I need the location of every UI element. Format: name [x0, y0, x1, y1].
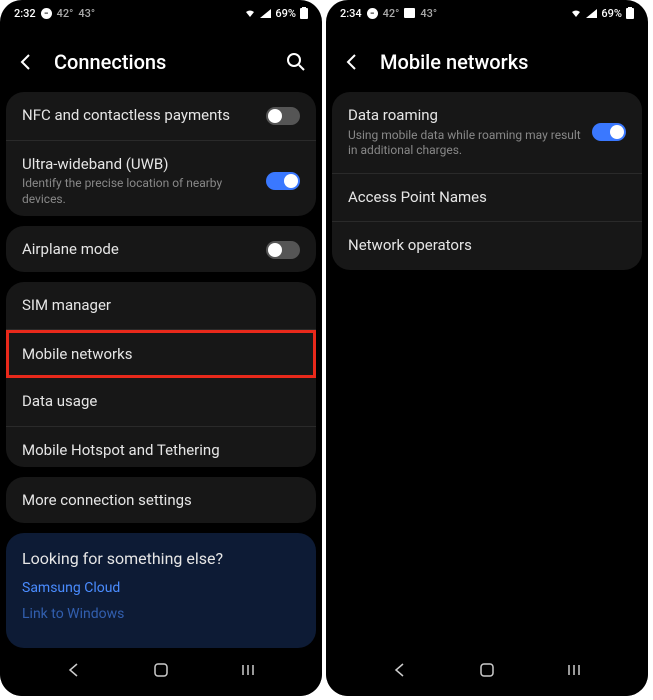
back-icon[interactable]	[342, 52, 362, 72]
status-left: 2:32 − 42° 43°	[14, 7, 95, 20]
nav-recent[interactable]	[554, 660, 594, 680]
page-title: Connections	[54, 50, 268, 74]
status-temp2: 43°	[420, 7, 437, 20]
nav-recent[interactable]	[228, 660, 268, 680]
page-header: Mobile networks	[326, 26, 648, 92]
row-mobile-networks[interactable]: Mobile networks	[6, 330, 316, 378]
row-sim[interactable]: SIM manager	[6, 282, 316, 331]
nav-bar	[0, 648, 322, 696]
nav-bar	[326, 648, 648, 696]
status-bar: 2:34 − 42° 43° 69%	[326, 0, 648, 26]
battery-icon	[300, 7, 308, 19]
row-airplane[interactable]: Airplane mode	[6, 226, 316, 272]
nav-home[interactable]	[141, 660, 181, 680]
status-temp1: 42°	[383, 7, 400, 20]
roaming-label: Data roaming	[348, 106, 592, 126]
nfc-label: NFC and contactless payments	[22, 106, 266, 126]
nav-home[interactable]	[467, 660, 507, 680]
airplane-label: Airplane mode	[22, 240, 266, 260]
image-icon	[404, 8, 415, 18]
status-battery: 69%	[601, 7, 622, 20]
status-right: 69%	[570, 7, 634, 20]
promo-card: Looking for something else? Samsung Clou…	[6, 533, 316, 648]
content: Data roaming Using mobile data while roa…	[326, 92, 648, 648]
dnd-icon: −	[367, 8, 378, 19]
back-icon[interactable]	[16, 52, 36, 72]
status-bar: 2:32 − 42° 43° 69%	[0, 0, 322, 26]
row-more-settings[interactable]: More connection settings	[6, 477, 316, 523]
wifi-icon	[244, 8, 256, 18]
phone-right: 2:34 − 42° 43° 69% Mobile networks Data …	[326, 0, 648, 696]
promo-link-windows[interactable]: Link to Windows	[22, 606, 300, 622]
uwb-toggle[interactable]	[266, 172, 300, 190]
row-apn[interactable]: Access Point Names	[332, 174, 642, 223]
airplane-toggle[interactable]	[266, 241, 300, 259]
card-airplane: Airplane mode	[6, 226, 316, 272]
status-temp2: 43°	[78, 7, 95, 20]
signal-icon	[260, 9, 271, 18]
roaming-sub: Using mobile data while roaming may resu…	[348, 128, 592, 159]
apn-label: Access Point Names	[348, 188, 626, 208]
roaming-toggle[interactable]	[592, 123, 626, 141]
status-left: 2:34 − 42° 43°	[340, 7, 437, 20]
status-time: 2:34	[340, 7, 362, 20]
status-battery: 69%	[275, 7, 296, 20]
card-more: More connection settings	[6, 477, 316, 523]
card-network: SIM manager Mobile networks Data usage M…	[6, 282, 316, 467]
status-right: 69%	[244, 7, 308, 20]
signal-icon	[586, 9, 597, 18]
row-data-usage[interactable]: Data usage	[6, 378, 316, 427]
phone-left: 2:32 − 42° 43° 69% Connections NFC and c…	[0, 0, 322, 696]
nav-back[interactable]	[380, 660, 420, 680]
battery-icon	[626, 7, 634, 19]
mobile-label: Mobile networks	[22, 345, 300, 365]
dnd-icon: −	[41, 8, 52, 19]
uwb-sub: Identify the precise location of nearby …	[22, 176, 266, 207]
status-time: 2:32	[14, 7, 36, 20]
search-icon[interactable]	[286, 52, 306, 72]
status-temp1: 42°	[57, 7, 74, 20]
promo-title: Looking for something else?	[22, 549, 300, 568]
row-nfc[interactable]: NFC and contactless payments	[6, 92, 316, 141]
operators-label: Network operators	[348, 236, 626, 256]
row-hotspot[interactable]: Mobile Hotspot and Tethering	[6, 427, 316, 467]
page-header: Connections	[0, 26, 322, 92]
wifi-icon	[570, 8, 582, 18]
nfc-toggle[interactable]	[266, 107, 300, 125]
uwb-label: Ultra-wideband (UWB)	[22, 155, 266, 175]
more-label: More connection settings	[22, 491, 300, 511]
row-uwb[interactable]: Ultra-wideband (UWB) Identify the precis…	[6, 141, 316, 216]
data-usage-label: Data usage	[22, 392, 300, 412]
content: NFC and contactless payments Ultra-wideb…	[0, 92, 322, 648]
row-data-roaming[interactable]: Data roaming Using mobile data while roa…	[332, 92, 642, 174]
sim-label: SIM manager	[22, 296, 300, 316]
promo-link-cloud[interactable]: Samsung Cloud	[22, 580, 300, 596]
page-title: Mobile networks	[380, 50, 632, 74]
nav-back[interactable]	[54, 660, 94, 680]
row-operators[interactable]: Network operators	[332, 222, 642, 270]
card-mobile-networks: Data roaming Using mobile data while roa…	[332, 92, 642, 270]
hotspot-label: Mobile Hotspot and Tethering	[22, 441, 300, 461]
card-connectivity: NFC and contactless payments Ultra-wideb…	[6, 92, 316, 216]
